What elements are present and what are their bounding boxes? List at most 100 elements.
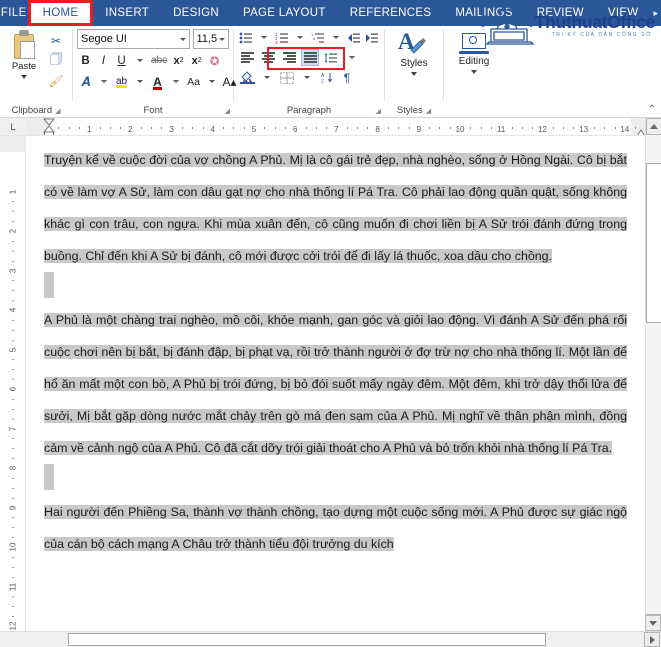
collapse-ribbon-icon[interactable]: ⌃ <box>648 104 656 115</box>
superscript-button[interactable]: x2 <box>188 51 205 70</box>
underline-button[interactable]: U <box>113 51 130 70</box>
italic-button[interactable]: I <box>95 51 112 70</box>
select-browse-object-button[interactable] <box>645 615 661 631</box>
shading-caret-icon[interactable] <box>258 69 276 86</box>
vruler-tick <box>12 211 14 213</box>
text-effects-icon[interactable]: 𝑨 <box>77 72 94 91</box>
styles-dropdown-caret-icon[interactable] <box>411 72 417 76</box>
borders-icon[interactable] <box>278 69 296 86</box>
ruler-tick <box>449 127 451 129</box>
vertical-scrollbar-thumb[interactable] <box>646 163 661 323</box>
font-name-caret-icon[interactable] <box>179 37 186 41</box>
underline-dropdown-caret-icon[interactable] <box>131 51 148 70</box>
font-color-caret-icon[interactable] <box>167 72 184 91</box>
blank-line-2[interactable] <box>44 464 627 496</box>
copy-icon[interactable]: 🗍 <box>44 51 68 70</box>
font-size-input[interactable]: 11,5 <box>192 29 229 49</box>
change-case-icon[interactable]: Aa <box>185 72 202 91</box>
numbering-caret-icon[interactable] <box>292 29 309 46</box>
multilevel-list-icon[interactable]: 1a <box>310 29 327 46</box>
show-formatting-marks-icon[interactable]: ¶ <box>338 69 356 86</box>
sort-icon[interactable]: AZ <box>318 69 336 86</box>
vruler-tick <box>12 398 14 400</box>
vruler-tick <box>12 408 14 410</box>
font-name-value: Segoe UI <box>81 33 127 45</box>
paste-dropdown-caret-icon[interactable] <box>21 75 27 79</box>
align-justify-button[interactable] <box>301 49 319 66</box>
text-effects-caret-icon[interactable] <box>95 72 112 91</box>
vertical-ruler[interactable]: 1 2 3 4 5 6 7 8 9 10 11 12 <box>0 136 26 631</box>
horizontal-scrollbar-thumb[interactable] <box>68 633 546 646</box>
svg-text:Z: Z <box>321 79 324 84</box>
line-spacing-caret-icon[interactable] <box>343 49 361 66</box>
styles-button[interactable]: A Styles <box>389 29 439 76</box>
align-left-button[interactable] <box>238 49 256 66</box>
change-case-caret-icon[interactable] <box>203 72 220 91</box>
first-line-indent-marker[interactable] <box>42 118 56 135</box>
scroll-up-button[interactable] <box>646 118 661 135</box>
vruler-tick <box>12 260 14 262</box>
text-highlight-icon[interactable]: ab <box>113 72 130 91</box>
vruler-tick <box>12 359 14 361</box>
horizontal-ruler[interactable]: L 1 2 3 4 5 6 7 8 9 10 11 12 13 14 <box>0 118 645 136</box>
borders-caret-icon[interactable] <box>298 69 316 86</box>
tab-review[interactable]: REVIEW <box>525 0 596 26</box>
horizontal-scrollbar[interactable] <box>0 631 661 647</box>
tab-design[interactable]: DESIGN <box>161 0 231 26</box>
align-right-button[interactable] <box>280 49 298 66</box>
strikethrough-button[interactable]: abc <box>149 51 169 70</box>
paragraph-1[interactable]: Truyện kể về cuộc đời của vợ chồng A Phủ… <box>44 144 627 272</box>
styles-dialog-launcher-icon[interactable]: ◢ <box>426 107 431 115</box>
tab-file[interactable]: FILE <box>0 0 28 26</box>
tab-mailings[interactable]: MAILINGS <box>443 0 524 26</box>
font-color-icon[interactable]: A <box>149 72 166 91</box>
vruler-tick <box>12 300 14 302</box>
multilevel-list-caret-icon[interactable] <box>327 29 344 46</box>
tab-view[interactable]: VIEW <box>596 0 651 26</box>
subscript-button[interactable]: x2 <box>170 51 187 70</box>
ruler-mark-4: 4 <box>210 125 216 134</box>
clipboard-dialog-launcher-icon[interactable]: ◢ <box>55 107 60 115</box>
ruler-tick <box>408 127 410 129</box>
editing-dropdown-caret-icon[interactable] <box>471 70 477 74</box>
decrease-indent-icon[interactable] <box>345 29 362 46</box>
font-size-caret-icon[interactable] <box>219 37 225 41</box>
vertical-scrollbar[interactable] <box>645 118 661 631</box>
scroll-right-button[interactable] <box>644 632 660 647</box>
document-canvas[interactable]: Truyện kể về cuộc đời của vợ chồng A Phủ… <box>26 136 645 631</box>
ruler-tick <box>202 127 204 129</box>
font-dialog-launcher-icon[interactable]: ◢ <box>225 107 230 115</box>
tab-references[interactable]: REFERENCES <box>338 0 444 26</box>
clear-formatting-icon[interactable]: ✪ <box>206 51 223 70</box>
line-spacing-icon[interactable] <box>322 49 340 66</box>
text-highlight-caret-icon[interactable] <box>131 72 148 91</box>
blank-line-1[interactable] <box>44 272 627 304</box>
tab-insert[interactable]: INSERT <box>93 0 161 26</box>
format-painter-icon[interactable]: 🖌 <box>44 71 68 90</box>
tab-home[interactable]: HOME <box>27 0 94 26</box>
bold-button[interactable]: B <box>77 51 94 70</box>
align-center-button[interactable] <box>259 49 277 66</box>
paragraph-dialog-launcher-icon[interactable]: ◢ <box>376 107 381 115</box>
horizontal-ruler-track[interactable]: 1 2 3 4 5 6 7 8 9 10 11 12 13 14 <box>26 118 645 135</box>
increase-indent-icon[interactable] <box>363 29 380 46</box>
document-page[interactable]: Truyện kể về cuộc đời của vợ chồng A Phủ… <box>26 136 645 631</box>
paragraph-2[interactable]: A Phủ là một chàng trai nghèo, mồ côi, k… <box>44 304 627 464</box>
cut-icon[interactable]: ✂ <box>44 31 68 50</box>
right-indent-marker[interactable] <box>635 126 645 135</box>
bullets-icon[interactable] <box>238 29 255 46</box>
vruler-mark-11: 11 <box>8 582 18 591</box>
paragraph-3[interactable]: Hai người đến Phiềng Sa, thành vợ thành … <box>44 496 627 560</box>
editing-button[interactable]: Editing <box>448 29 500 74</box>
shading-icon[interactable] <box>238 69 256 86</box>
tab-overflow-arrow-icon[interactable]: ▸ <box>650 0 661 26</box>
paste-button[interactable]: Paste <box>4 29 44 79</box>
font-name-input[interactable]: Segoe UI <box>77 29 190 49</box>
vruler-tick <box>12 497 14 499</box>
bullets-caret-icon[interactable] <box>256 29 273 46</box>
tab-page-layout[interactable]: PAGE LAYOUT <box>231 0 338 26</box>
paragraph-2-text: A Phủ là một chàng trai nghèo, mồ côi, k… <box>44 313 627 455</box>
vruler-mark-4: 4 <box>8 307 18 313</box>
tab-selector-button[interactable]: L <box>0 118 26 135</box>
numbering-icon[interactable]: 123 <box>274 29 291 46</box>
